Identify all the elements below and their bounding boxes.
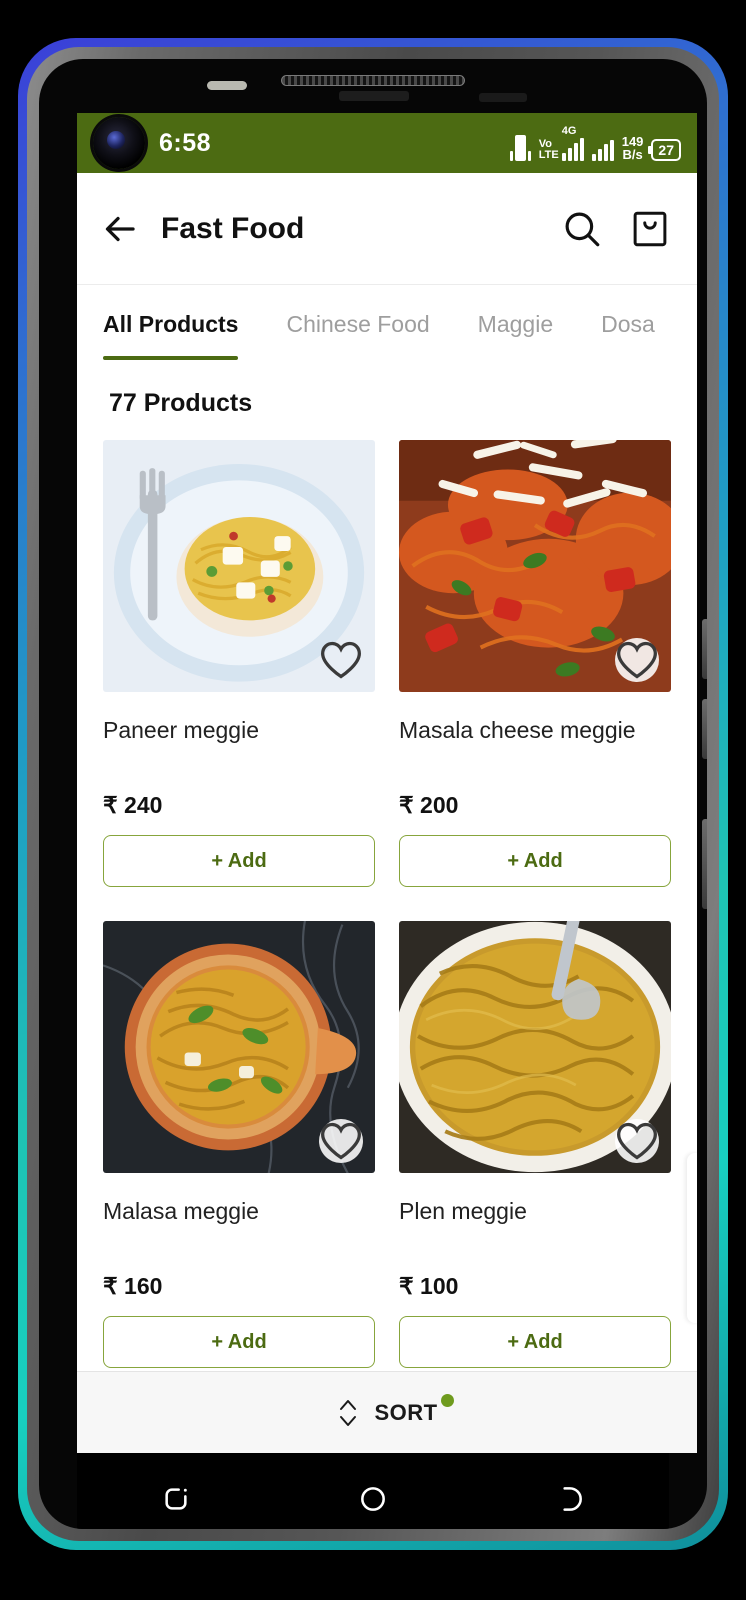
favorite-button[interactable] <box>319 638 363 682</box>
recents-icon[interactable] <box>154 1477 198 1521</box>
sort-label: SORT <box>374 1393 454 1426</box>
earpiece-speaker <box>281 75 465 86</box>
heart-icon <box>617 1122 657 1160</box>
front-camera-icon <box>93 117 145 169</box>
product-card[interactable]: Malasa meggie ₹ 160 + Add <box>103 921 375 1368</box>
page-title: Fast Food <box>161 211 305 245</box>
phone-body: 6:58 Vo LTE 4G 149 B/s 27 Fast Food All … <box>39 59 707 1529</box>
add-to-cart-button[interactable]: + Add <box>103 835 375 887</box>
search-icon[interactable] <box>561 208 603 250</box>
favorite-button[interactable] <box>615 1119 659 1163</box>
favorite-button[interactable] <box>615 638 659 682</box>
product-image[interactable] <box>103 440 375 692</box>
proximity-sensor-icon <box>207 81 247 90</box>
product-image[interactable] <box>103 921 375 1173</box>
heart-icon <box>617 641 657 679</box>
volte-label-bottom: LTE <box>538 148 559 161</box>
phone-frame-inner: 6:58 Vo LTE 4G 149 B/s 27 Fast Food All … <box>27 47 719 1541</box>
sort-updown-icon <box>340 1399 357 1426</box>
heart-icon <box>321 641 361 679</box>
back-icon[interactable] <box>548 1477 592 1521</box>
tab-maggie[interactable]: Maggie <box>478 311 553 352</box>
signal-bars-sim2 <box>591 137 614 161</box>
product-name: Malasa meggie <box>103 1198 259 1224</box>
heart-icon <box>321 1122 361 1160</box>
scroll-indicator[interactable] <box>687 1153 697 1323</box>
tab-chinese-food[interactable]: Chinese Food <box>286 311 429 352</box>
home-circle-icon[interactable] <box>351 1477 395 1521</box>
sensor-strip-left <box>339 91 409 101</box>
phone-screen: 6:58 Vo LTE 4G 149 B/s 27 Fast Food All … <box>77 113 697 1453</box>
app-bar-actions <box>561 208 671 250</box>
add-to-cart-button[interactable]: + Add <box>103 1316 375 1368</box>
product-card[interactable]: Masala cheese meggie ₹ 200 + Add <box>399 440 671 887</box>
tab-dosa[interactable]: Dosa <box>601 311 655 352</box>
product-grid: Paneer meggie ₹ 240 + Add Masala cheese … <box>103 440 671 1368</box>
product-name: Paneer meggie <box>103 717 259 743</box>
app-bar: Fast Food <box>77 173 697 285</box>
product-price: ₹ 200 <box>399 792 459 818</box>
network-speed-unit: B/s <box>622 146 643 162</box>
favorite-button[interactable] <box>319 1119 363 1163</box>
status-icons: Vo LTE 4G 149 B/s 27 <box>509 124 681 161</box>
network-generation-label: 4G <box>561 124 577 137</box>
android-nav-bar <box>77 1453 669 1529</box>
product-price: ₹ 100 <box>399 1273 459 1299</box>
shopping-bag-icon[interactable] <box>629 208 671 250</box>
product-card[interactable]: Paneer meggie ₹ 240 + Add <box>103 440 375 887</box>
status-bar: 6:58 Vo LTE 4G 149 B/s 27 <box>77 113 697 173</box>
status-time: 6:58 <box>159 128 212 157</box>
network-speed-indicator: 149 B/s <box>622 135 644 161</box>
sort-bar[interactable]: SORT <box>77 1371 697 1453</box>
product-list-container: 77 Products Paneer meggie ₹ 240 + Add Ma… <box>77 363 697 1368</box>
sensor-strip-right <box>479 93 527 102</box>
product-price: ₹ 160 <box>103 1273 163 1299</box>
volume-down-button[interactable] <box>702 699 707 759</box>
product-image[interactable] <box>399 921 671 1173</box>
product-card[interactable]: Plen meggie ₹ 100 + Add <box>399 921 671 1368</box>
product-name: Plen meggie <box>399 1198 527 1224</box>
phone-frame: 6:58 Vo LTE 4G 149 B/s 27 Fast Food All … <box>18 38 728 1550</box>
product-image[interactable] <box>399 440 671 692</box>
product-price: ₹ 240 <box>103 792 163 818</box>
power-button[interactable] <box>702 819 707 909</box>
arrow-left-icon[interactable] <box>103 211 139 247</box>
volte-label-top: Vo <box>538 137 552 150</box>
vibrate-icon <box>509 134 531 161</box>
category-tabs-scroller[interactable]: All Products Chinese Food Maggie Dosa <box>77 285 697 363</box>
product-name: Masala cheese meggie <box>399 717 636 743</box>
category-tabs: All Products Chinese Food Maggie Dosa <box>77 285 697 363</box>
sort-active-badge <box>440 1393 454 1407</box>
network-speed-value: 149 <box>621 133 644 149</box>
add-to-cart-button[interactable]: + Add <box>399 1316 671 1368</box>
sort-label-text: SORT <box>374 1399 438 1425</box>
tab-all-products[interactable]: All Products <box>103 311 239 360</box>
product-count-label: 77 Products <box>109 389 253 417</box>
battery-indicator: 27 <box>651 138 681 161</box>
signal-bars-sim1 <box>561 137 584 161</box>
volume-up-button[interactable] <box>702 619 707 679</box>
volte-icon: Vo LTE 4G <box>538 124 584 161</box>
add-to-cart-button[interactable]: + Add <box>399 835 671 887</box>
